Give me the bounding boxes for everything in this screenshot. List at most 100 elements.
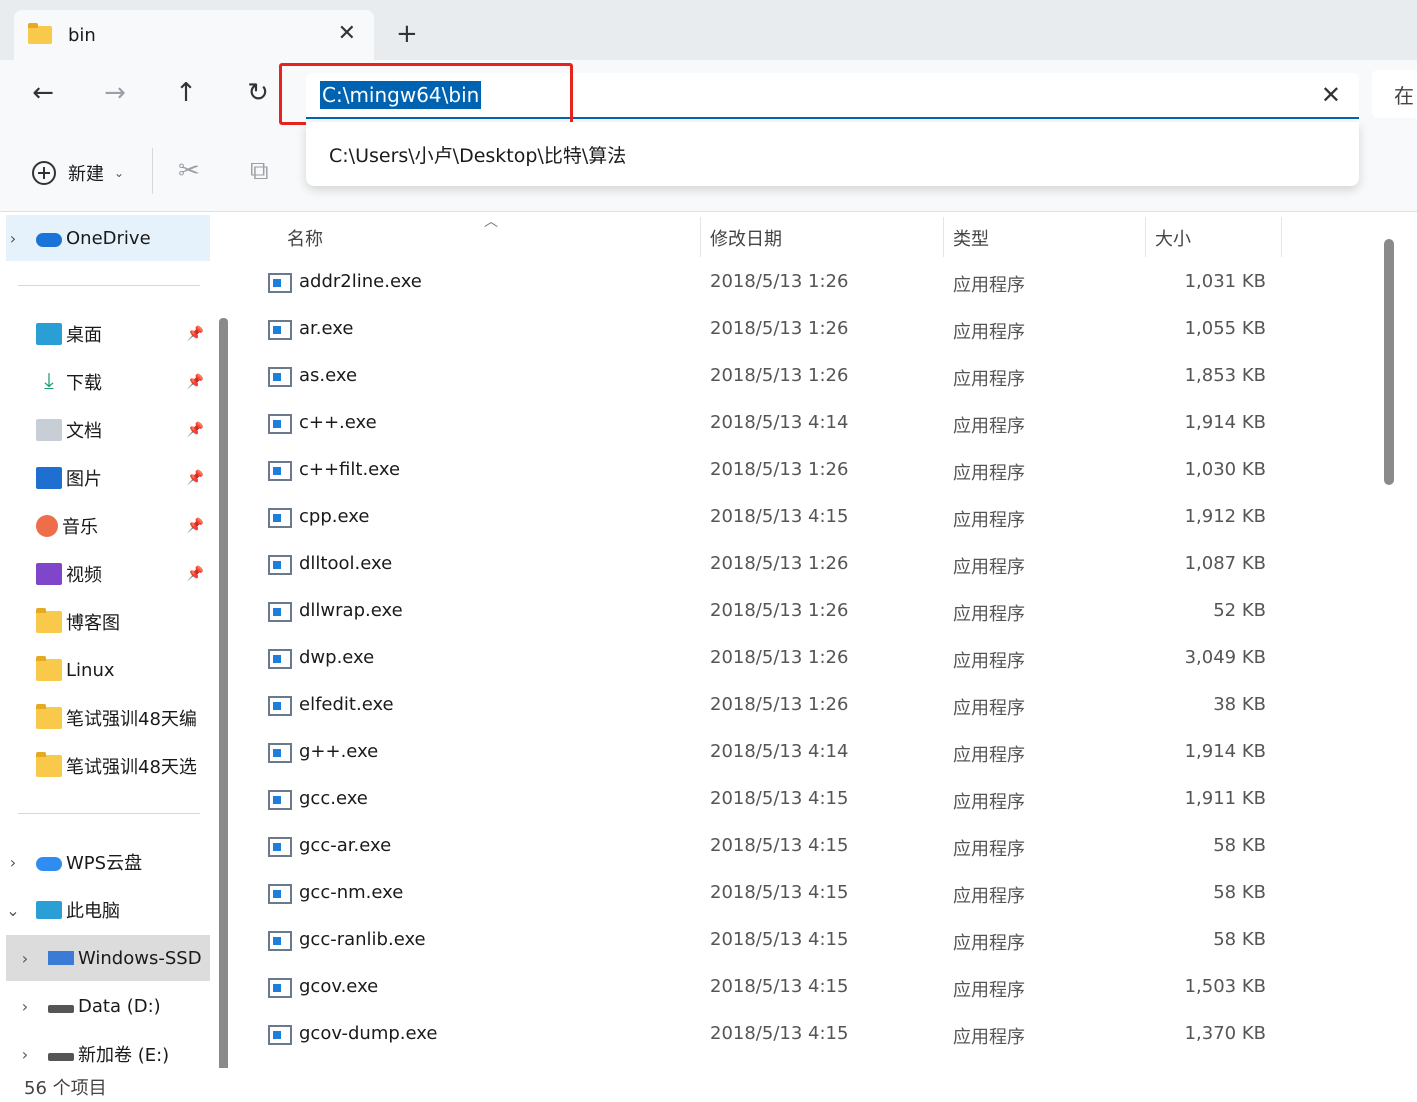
sidebar-item-folder-2[interactable]: 笔试强训48天选 — [6, 743, 210, 789]
up-button[interactable]: ↑ — [169, 78, 203, 108]
table-row[interactable]: addr2line.exe 2018/5/13 1:26 应用程序 1,031 KB — [262, 261, 1382, 308]
file-name: gcov-dump.exe — [299, 1023, 438, 1044]
new-tab-button[interactable]: + — [396, 20, 418, 48]
table-row[interactable]: dllwrap.exe 2018/5/13 1:26 应用程序 52 KB — [262, 590, 1382, 637]
file-modified: 2018/5/13 1:26 — [710, 647, 849, 668]
sidebar-item-music[interactable]: 音乐 📌 — [6, 503, 210, 549]
sidebar-scrollbar[interactable] — [219, 318, 228, 1102]
chevron-right-icon[interactable]: › — [18, 1045, 32, 1064]
column-divider[interactable] — [1145, 217, 1146, 257]
chevron-right-icon[interactable]: › — [6, 229, 20, 248]
address-suggestion[interactable]: C:\Users\小卢\Desktop\比特\算法 — [306, 122, 1359, 186]
chevron-down-icon[interactable]: ⌄ — [6, 901, 20, 920]
close-tab-button[interactable]: ✕ — [338, 22, 356, 46]
application-icon — [268, 555, 292, 575]
pictures-icon — [36, 467, 62, 489]
chevron-right-icon[interactable]: › — [18, 997, 32, 1016]
file-type: 应用程序 — [953, 792, 1025, 813]
file-modified: 2018/5/13 4:15 — [710, 882, 849, 903]
refresh-button[interactable]: ↻ — [241, 78, 275, 108]
file-name: c++.exe — [299, 412, 377, 433]
chevron-right-icon[interactable]: › — [6, 853, 20, 872]
column-header-size[interactable]: 大小 — [1155, 225, 1191, 251]
application-icon — [268, 414, 292, 434]
sidebar-item-pictures[interactable]: 图片 📌 — [6, 455, 210, 501]
file-list-scrollbar[interactable] — [1384, 239, 1394, 485]
table-row[interactable]: dlltool.exe 2018/5/13 1:26 应用程序 1,087 KB — [262, 543, 1382, 590]
new-button[interactable]: 新建 ⌄ — [32, 160, 124, 186]
file-size: 1,087 KB — [1184, 553, 1266, 574]
sidebar-item-label: 笔试强训48天编 — [66, 709, 197, 730]
sidebar-item-blog-images[interactable]: 博客图 — [6, 599, 210, 645]
file-name: gcc-ranlib.exe — [299, 929, 426, 950]
file-modified: 2018/5/13 1:26 — [710, 365, 849, 386]
column-divider[interactable] — [943, 217, 944, 257]
toolbar-divider — [152, 148, 153, 194]
file-size: 58 KB — [1213, 882, 1266, 903]
table-row[interactable]: as.exe 2018/5/13 1:26 应用程序 1,853 KB — [262, 355, 1382, 402]
table-row[interactable]: elfedit.exe 2018/5/13 1:26 应用程序 38 KB — [262, 684, 1382, 731]
file-type: 应用程序 — [953, 369, 1025, 390]
file-type: 应用程序 — [953, 557, 1025, 578]
file-type: 应用程序 — [953, 980, 1025, 1001]
sidebar-item-documents[interactable]: 文档 📌 — [6, 407, 210, 453]
file-size: 58 KB — [1213, 929, 1266, 950]
search-box[interactable]: 在 — [1372, 70, 1417, 118]
table-row[interactable]: gcc-nm.exe 2018/5/13 4:15 应用程序 58 KB — [262, 872, 1382, 919]
sidebar-item-downloads[interactable]: ⤓ 下载 📌 — [6, 359, 210, 405]
copy-icon[interactable]: ⧉ — [250, 156, 269, 187]
video-icon — [36, 563, 62, 585]
table-row[interactable]: gcov.exe 2018/5/13 4:15 应用程序 1,503 KB — [262, 966, 1382, 1013]
sidebar-item-label: 此电脑 — [66, 901, 120, 922]
file-size: 52 KB — [1213, 600, 1266, 621]
file-type: 应用程序 — [953, 322, 1025, 343]
clear-address-button[interactable]: ✕ — [1321, 81, 1341, 109]
application-icon — [268, 508, 292, 528]
sidebar-item-linux[interactable]: Linux — [6, 647, 210, 693]
file-modified: 2018/5/13 4:15 — [710, 976, 849, 997]
back-button[interactable]: ← — [26, 78, 60, 108]
sidebar-item-windows-ssd[interactable]: › Windows-SSD — [6, 935, 210, 981]
sidebar-item-folder-1[interactable]: 笔试强训48天编 — [6, 695, 210, 741]
sidebar-item-wps[interactable]: › WPS云盘 — [6, 839, 210, 885]
table-row[interactable]: g++.exe 2018/5/13 4:14 应用程序 1,914 KB — [262, 731, 1382, 778]
document-icon — [36, 419, 62, 441]
file-name: addr2line.exe — [299, 271, 422, 292]
file-name: gcov.exe — [299, 976, 379, 997]
table-row[interactable]: c++filt.exe 2018/5/13 1:26 应用程序 1,030 KB — [262, 449, 1382, 496]
file-modified: 2018/5/13 1:26 — [710, 318, 849, 339]
forward-button[interactable]: → — [98, 78, 132, 108]
column-header-modified[interactable]: 修改日期 — [710, 225, 782, 251]
column-divider[interactable] — [1281, 217, 1282, 257]
table-row[interactable]: c++.exe 2018/5/13 4:14 应用程序 1,914 KB — [262, 402, 1382, 449]
table-row[interactable]: dwp.exe 2018/5/13 1:26 应用程序 3,049 KB — [262, 637, 1382, 684]
column-divider[interactable] — [700, 217, 701, 257]
computer-icon — [36, 901, 62, 919]
file-size: 1,914 KB — [1184, 741, 1266, 762]
chevron-right-icon[interactable]: › — [18, 949, 32, 968]
file-type: 应用程序 — [953, 698, 1025, 719]
table-row[interactable]: gcc-ar.exe 2018/5/13 4:15 应用程序 58 KB — [262, 825, 1382, 872]
table-row[interactable]: cpp.exe 2018/5/13 4:15 应用程序 1,912 KB — [262, 496, 1382, 543]
file-size: 1,853 KB — [1184, 365, 1266, 386]
cut-icon[interactable]: ✂ — [178, 156, 200, 186]
file-name: ar.exe — [299, 318, 354, 339]
table-row[interactable]: gcov-dump.exe 2018/5/13 4:15 应用程序 1,370 KB — [262, 1013, 1382, 1060]
table-row[interactable]: gcc.exe 2018/5/13 4:15 应用程序 1,911 KB — [262, 778, 1382, 825]
sidebar-item-videos[interactable]: 视频 📌 — [6, 551, 210, 597]
column-header-type[interactable]: 类型 — [953, 225, 989, 251]
sidebar-item-desktop[interactable]: 桌面 📌 — [6, 311, 210, 357]
file-name: gcc-nm.exe — [299, 882, 404, 903]
table-row[interactable]: gcc-ranlib.exe 2018/5/13 4:15 应用程序 58 KB — [262, 919, 1382, 966]
file-size: 1,914 KB — [1184, 412, 1266, 433]
sidebar-item-drive-d[interactable]: › Data (D:) — [6, 983, 210, 1029]
sidebar-item-onedrive[interactable]: › OneDrive — [6, 215, 210, 261]
sidebar-divider — [18, 285, 200, 286]
tab-bin[interactable]: bin ✕ — [14, 10, 374, 60]
table-row[interactable]: ar.exe 2018/5/13 1:26 应用程序 1,055 KB — [262, 308, 1382, 355]
music-icon — [36, 515, 58, 537]
drive-icon — [48, 951, 74, 965]
column-header-name[interactable]: 名称 — [287, 225, 323, 251]
sidebar-item-label: Windows-SSD — [78, 947, 202, 969]
sidebar-item-this-pc[interactable]: ⌄ 此电脑 — [6, 887, 210, 933]
